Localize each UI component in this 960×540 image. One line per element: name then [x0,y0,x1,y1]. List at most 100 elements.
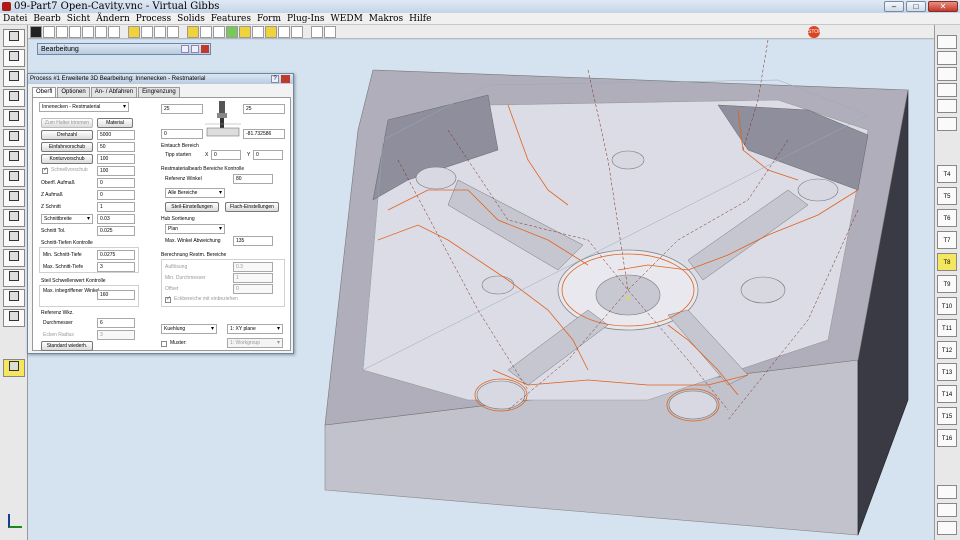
drehzahl-button[interactable]: Drehzahl [41,130,93,140]
zum-halter-button[interactable]: Zum Halter trimmen [41,118,93,128]
measure-icon[interactable] [252,25,264,38]
solid-icon[interactable] [239,25,251,38]
kuehlung-select[interactable]: Kuehlung [161,324,217,334]
stop-icon[interactable]: STOP [808,26,822,38]
view-top-icon[interactable] [82,25,94,38]
schnellvorschub-input[interactable]: 100 [97,166,135,176]
surface-icon[interactable] [226,25,238,38]
schnellvorschub-checkbox[interactable] [42,166,48,174]
right-tool-extra-2[interactable] [937,503,957,517]
right-tool-5[interactable]: T5 [937,187,957,205]
offset-input[interactable]: 0 [233,284,273,294]
tool-icon[interactable] [265,25,277,38]
oberfl-aufmass-input[interactable]: 0 [97,178,135,188]
tab-optionen[interactable]: Optionen [57,87,90,97]
help-button[interactable]: ? [271,75,279,83]
ecken-radius-input[interactable]: 3 [97,330,135,340]
folder-open-icon[interactable] [128,25,140,38]
right-color-icon[interactable] [937,67,957,81]
top-left-input[interactable]: 25 [161,104,203,114]
shape-icon[interactable] [278,25,290,38]
left-tool-15[interactable] [3,309,25,327]
z-aufmass-input[interactable]: 0 [97,190,135,200]
min-schnitt-tiefe-input[interactable]: 0.0275 [97,250,135,260]
right-tool-15[interactable]: T15 [937,407,957,425]
tab-an-abfahren[interactable]: An- / Abfahren [90,87,138,97]
right-settings-icon[interactable] [937,117,957,131]
render-icon[interactable] [311,25,323,38]
strategy-select[interactable]: Innenecken - Restmaterial [39,102,129,112]
right-tool-12[interactable]: T12 [937,341,957,359]
durchmesser-input[interactable]: 6 [97,318,135,328]
right-layer-icon[interactable] [937,51,957,65]
print-icon[interactable] [154,25,166,38]
left-tool-3[interactable] [3,69,25,87]
left-tool-13[interactable] [3,269,25,287]
right-shade-icon[interactable] [937,83,957,97]
view-grid-icon[interactable] [69,25,81,38]
tab-eingrenzung[interactable]: Eingrenzung [138,87,180,97]
konturvorschub-button[interactable]: Konturvorschub [41,154,93,164]
standard-wiederh-button[interactable]: Standard wiederh. [41,341,93,351]
menu-datei[interactable]: Datei [3,14,27,24]
right-tool-6[interactable]: T6 [937,209,957,227]
zoom-icon[interactable] [291,25,303,38]
view-iso-icon[interactable] [95,25,107,38]
steil-einstellungen-button[interactable]: Steil-Einstellungen [165,202,219,212]
offset-left-input[interactable]: 0 [161,129,203,139]
right-tool-extra-3[interactable] [937,521,957,535]
konturvorschub-input[interactable]: 100 [97,154,135,164]
left-tool-7[interactable] [3,149,25,167]
left-tool-14[interactable] [3,289,25,307]
save-icon[interactable] [141,25,153,38]
point-icon[interactable] [187,25,199,38]
right-tool-extra-1[interactable] [937,485,957,499]
schnittbreite-input[interactable]: 0.03 [97,214,135,224]
minimize-button[interactable]: – [884,1,904,12]
dialog-close-icon[interactable] [281,75,290,83]
maximize-button[interactable]: □ [906,1,926,12]
right-tool-9[interactable]: T9 [937,275,957,293]
simulate-icon[interactable] [324,25,336,38]
right-tool-11[interactable]: T11 [937,319,957,337]
material-button[interactable]: Material [97,118,133,128]
palette-close-icon[interactable] [201,45,209,53]
menu-fenster[interactable]: Form [257,14,281,24]
menu-sicht[interactable]: Sicht [67,14,91,24]
bearbeitung-palette[interactable]: Bearbeitung [37,43,211,55]
schnittbreite-select[interactable]: Schnittbreite [41,214,93,224]
schnitt-tol-input[interactable]: 0.025 [97,226,135,236]
palette-restore-icon[interactable] [191,45,199,53]
view-solid-icon[interactable] [30,25,42,38]
left-tool-2[interactable] [3,49,25,67]
menu-hilfe[interactable]: Hilfe [409,14,431,24]
right-tool-13[interactable]: T13 [937,363,957,381]
x-input[interactable]: 0 [211,150,241,160]
offset-right-input[interactable]: -81.732586 [243,129,285,139]
top-right-input[interactable]: 25 [243,104,285,114]
plane-select[interactable]: 1: XY plane [227,324,283,334]
ref-winkel-input[interactable]: 80 [233,174,273,184]
left-tool-1[interactable] [3,29,25,47]
menu-process[interactable]: Process [136,14,171,24]
left-tool-11[interactable] [3,229,25,247]
right-tool-4[interactable]: T4 [937,165,957,183]
y-input[interactable]: 0 [253,150,283,160]
z-schnitt-input[interactable]: 1 [97,202,135,212]
left-tool-4[interactable] [3,89,25,107]
right-grid-icon[interactable] [937,99,957,113]
drehzahl-input[interactable]: 5000 [97,130,135,140]
view-wire-icon[interactable] [43,25,55,38]
muster-checkbox[interactable] [161,341,167,347]
left-tool-5[interactable] [3,109,25,127]
einfahrvorschub-input[interactable]: 50 [97,142,135,152]
left-tool-active[interactable] [3,359,25,377]
right-tool-7[interactable]: T7 [937,231,957,249]
menu-aendern[interactable]: Ändern [96,14,129,24]
menu-features[interactable]: Features [211,14,251,24]
max-schnitt-tiefe-input[interactable]: 3 [97,262,135,272]
max-abweichung-input[interactable]: 135 [233,236,273,246]
right-tool-16[interactable]: T16 [937,429,957,447]
menu-plugins[interactable]: Plug-Ins [287,14,325,24]
view-front-icon[interactable] [108,25,120,38]
